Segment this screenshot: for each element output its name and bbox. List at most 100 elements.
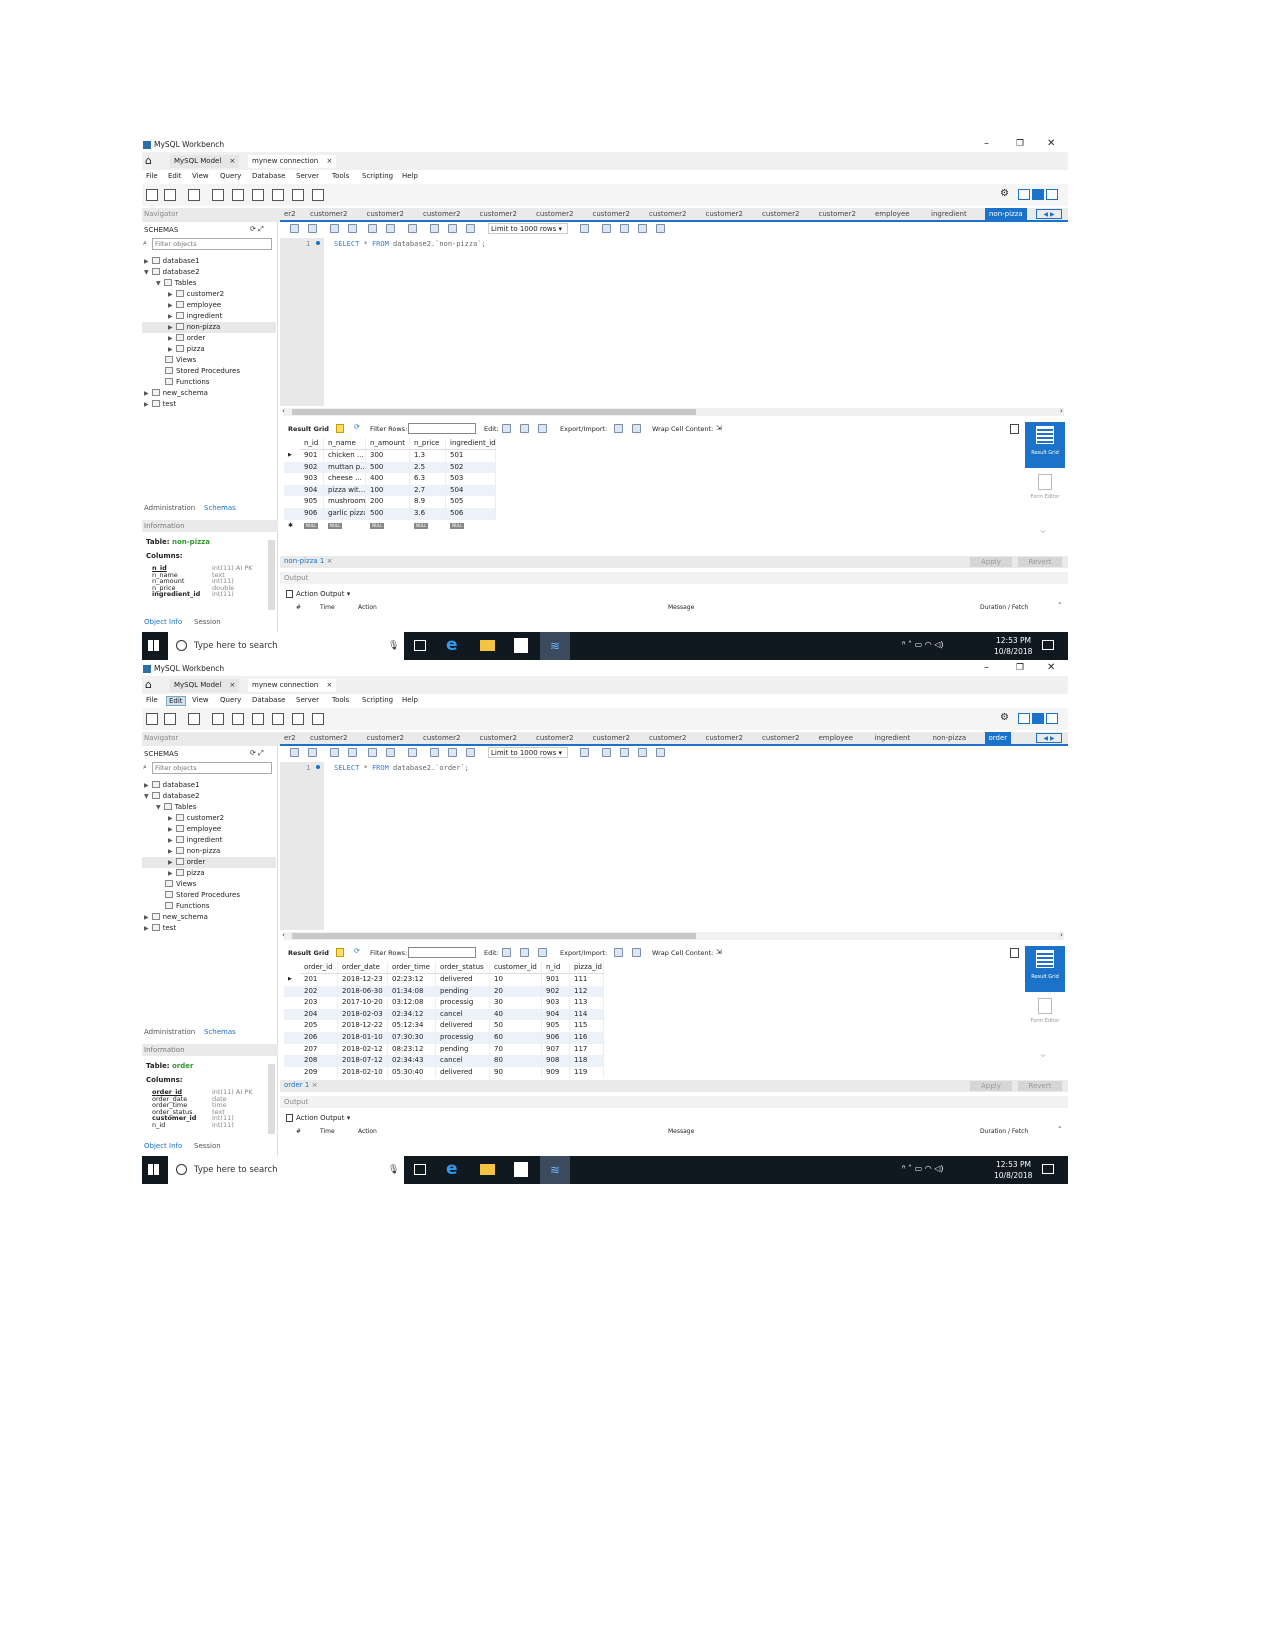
tree-item-order[interactable]: ▶ order <box>168 334 205 342</box>
editor-toolbar-icon[interactable] <box>656 748 665 757</box>
schemas-tab[interactable]: Schemas <box>204 504 236 512</box>
refresh-icon[interactable]: ⟳ <box>354 947 360 955</box>
tree-item-order[interactable]: ▶ order <box>168 858 205 866</box>
apply-button[interactable]: Apply <box>970 1081 1012 1091</box>
clock-time[interactable]: 12:53 PM <box>996 1160 1031 1169</box>
menu-query[interactable]: Query <box>218 696 243 704</box>
editor-tab-customer2[interactable]: customer2 <box>476 208 521 220</box>
column-header[interactable]: ingredient_id <box>446 438 496 450</box>
editor-toolbar-icon[interactable] <box>466 224 475 233</box>
editor-toolbar-icon[interactable] <box>620 224 629 233</box>
file-explorer-icon[interactable] <box>480 1164 495 1175</box>
close-tab-icon[interactable]: × <box>227 157 236 165</box>
connection-tab[interactable]: MySQL Model × <box>170 155 240 168</box>
table-row[interactable]: ▶ 201 2018-12-23 02:23:12 delivered 10 901 111 <box>284 974 604 986</box>
session-tab[interactable]: Session <box>194 618 221 626</box>
toolbar-icon[interactable] <box>312 189 324 201</box>
expand-arrow-icon[interactable]: ▶ <box>144 925 149 932</box>
toolbar-icon[interactable] <box>272 713 284 725</box>
edit-icon[interactable] <box>520 424 529 433</box>
table-row[interactable]: 904 pizza wit... 100 2.7 504 <box>284 484 496 497</box>
system-tray-icons[interactable]: ᴿ ˄ ▭ ◠ ◁) <box>902 1164 943 1173</box>
editor-tab-customer2[interactable]: customer2 <box>419 208 464 220</box>
scrollbar-thumb[interactable] <box>292 409 696 415</box>
tree-item-ingredient[interactable]: ▶ ingredient <box>168 836 222 844</box>
collapse-arrow-icon[interactable]: ▼ <box>156 280 161 287</box>
tree-item-stored-procedures[interactable]: Stored Procedures <box>156 891 240 899</box>
column-header[interactable]: order_status <box>436 962 490 974</box>
expand-arrow-icon[interactable]: ▶ <box>168 346 173 353</box>
session-tab[interactable]: Session <box>194 1142 221 1150</box>
tree-item-new_schema[interactable]: ▶ new_schema <box>144 389 208 397</box>
menu-database[interactable]: Database <box>250 172 287 180</box>
filter-objects-input[interactable] <box>152 762 272 774</box>
editor-toolbar-icon[interactable] <box>308 748 317 757</box>
expand-arrow-icon[interactable]: ▶ <box>168 335 173 342</box>
limit-rows-select[interactable]: Limit to 1000 rows ▾ <box>488 223 568 234</box>
toolbar-icon[interactable] <box>312 713 324 725</box>
tree-item-database2[interactable]: ▼ database2 <box>144 268 200 276</box>
copy-output-icon[interactable] <box>286 590 293 598</box>
clock-time[interactable]: 12:53 PM <box>996 636 1031 645</box>
tree-item-database2[interactable]: ▼ database2 <box>144 792 200 800</box>
minimize-icon[interactable]: – <box>984 662 989 673</box>
task-view-icon[interactable] <box>414 640 426 651</box>
editor-tab-er2[interactable]: er2 <box>280 732 300 744</box>
column-header[interactable]: customer_id <box>490 962 542 974</box>
table-row[interactable]: 202 2018-06-30 01:34:08 pending 20 902 112 <box>284 985 604 998</box>
expand-arrow-icon[interactable]: ▶ <box>168 848 173 855</box>
clock-date[interactable]: 10/8/2018 <box>994 1171 1032 1180</box>
tree-item-tables[interactable]: ▼ Tables <box>156 803 196 811</box>
export-icon[interactable] <box>632 948 641 957</box>
toolbar-icon[interactable] <box>252 189 264 201</box>
close-result-tab-icon[interactable]: × <box>327 557 333 565</box>
table-row[interactable]: 203 2017-10-20 03:12:08 processig 30 903 113 <box>284 997 604 1009</box>
tab-scroll-icon[interactable]: ◀ ▶ <box>1036 733 1062 743</box>
expand-arrow-icon[interactable]: ▶ <box>144 914 149 921</box>
scroll-left-icon[interactable]: ‹ <box>282 407 285 415</box>
editor-toolbar-icon[interactable] <box>386 224 395 233</box>
expand-arrow-icon[interactable]: ▶ <box>168 826 173 833</box>
notifications-icon[interactable] <box>1042 640 1054 650</box>
menu-file[interactable]: File <box>144 696 160 704</box>
settings-icon[interactable]: ⚙ <box>1000 712 1009 723</box>
toolbar-icon[interactable] <box>232 713 244 725</box>
editor-tab-customer2[interactable]: customer2 <box>306 732 351 744</box>
info-scrollbar[interactable] <box>268 1064 275 1134</box>
table-row[interactable]: 207 2018-02-12 08:23:12 pending 70 907 117 <box>284 1043 604 1056</box>
table-row[interactable]: 902 muttan p... 500 2.5 502 <box>284 461 496 474</box>
tree-item-ingredient[interactable]: ▶ ingredient <box>168 312 222 320</box>
editor-tab-customer2[interactable]: customer2 <box>645 208 690 220</box>
administration-tab[interactable]: Administration <box>144 504 195 512</box>
connection-tab[interactable]: MySQL Model × <box>170 679 240 692</box>
object-info-tab[interactable]: Object Info <box>144 1142 182 1150</box>
tree-item-pizza[interactable]: ▶ pizza <box>168 345 205 353</box>
connection-tab[interactable]: mynew connection × <box>248 679 337 692</box>
editor-toolbar-icon[interactable] <box>620 748 629 757</box>
start-button-icon[interactable] <box>148 1164 159 1175</box>
scroll-right-icon[interactable]: › <box>1060 931 1063 939</box>
close-tab-icon[interactable]: × <box>324 157 332 165</box>
file-explorer-icon[interactable] <box>480 640 495 651</box>
column-header[interactable]: n_id <box>542 962 570 974</box>
expand-arrow-icon[interactable]: ▶ <box>168 324 173 331</box>
home-icon[interactable]: ⌂ <box>145 154 152 167</box>
editor-toolbar-icon[interactable] <box>368 224 377 233</box>
editor-toolbar-icon[interactable] <box>638 224 647 233</box>
menu-view[interactable]: View <box>190 172 211 180</box>
toolbar-icon[interactable] <box>146 189 158 201</box>
editor-tab-customer2[interactable]: customer2 <box>758 732 803 744</box>
collapse-arrow-icon[interactable]: ▼ <box>156 804 161 811</box>
output-scroll-up-icon[interactable]: ˄ <box>1058 1126 1062 1134</box>
tree-item-stored-procedures[interactable]: Stored Procedures <box>156 367 240 375</box>
restore-icon[interactable]: ❐ <box>1016 663 1024 673</box>
expand-arrow-icon[interactable]: ▶ <box>168 870 173 877</box>
apply-button[interactable]: Apply <box>970 557 1012 567</box>
expand-arrow-icon[interactable]: ▶ <box>144 390 149 397</box>
wrap-icon[interactable]: ⇲ <box>716 948 722 956</box>
schemas-tab[interactable]: Schemas <box>204 1028 236 1036</box>
editor-toolbar-icon[interactable] <box>580 748 589 757</box>
editor-toolbar-icon[interactable] <box>408 224 417 233</box>
edit-icon[interactable] <box>520 948 529 957</box>
editor-tab-non-pizza[interactable]: non-pizza <box>985 208 1027 220</box>
